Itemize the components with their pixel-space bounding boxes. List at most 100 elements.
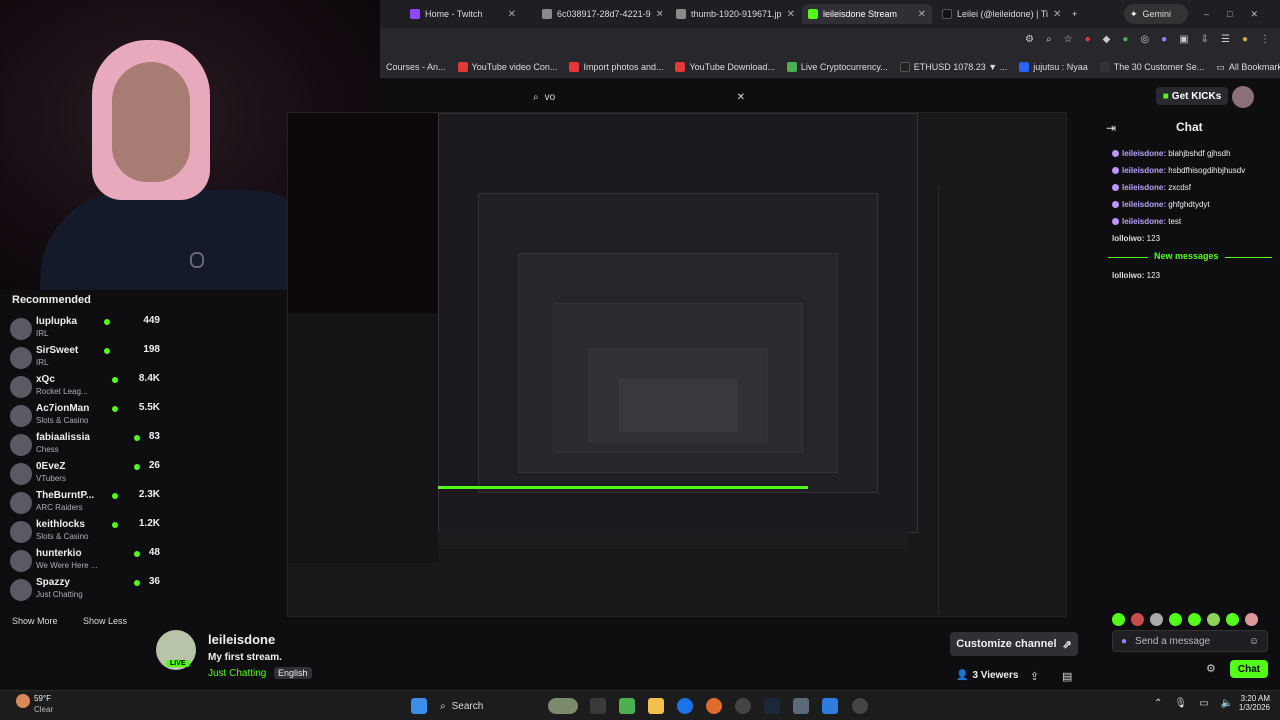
- windows-start-icon[interactable]: [411, 698, 427, 714]
- stream-info: LIVE leileisdone My first stream. Just C…: [150, 628, 550, 688]
- stream-video-player[interactable]: [287, 112, 1067, 617]
- bookmark-4[interactable]: Live Cryptocurrency...: [786, 62, 888, 72]
- xbox-icon[interactable]: [619, 698, 635, 714]
- emote-icon[interactable]: [1131, 613, 1144, 626]
- record-icon[interactable]: ●: [1085, 34, 1091, 50]
- sidebar-channel-0evez[interactable]: 0EveZ VTubers 26: [10, 459, 160, 488]
- close-icon[interactable]: ✕: [1053, 9, 1061, 20]
- chat-send-button[interactable]: Chat: [1230, 660, 1268, 678]
- chat-settings-icon[interactable]: ⚙: [1206, 662, 1216, 675]
- tab-3[interactable]: leileisdone Stream ✕: [802, 4, 932, 24]
- player-progress-bar[interactable]: [378, 486, 808, 489]
- all-bookmarks[interactable]: ▭All Bookmarks: [1216, 62, 1280, 73]
- emote-icon[interactable]: [1150, 613, 1163, 626]
- close-icon[interactable]: ✕: [787, 9, 795, 20]
- bookmark-3[interactable]: YouTube Download...: [675, 62, 775, 72]
- extension-icon[interactable]: ◎: [1140, 34, 1149, 50]
- star-icon[interactable]: ☆: [1064, 34, 1073, 50]
- bookmark-6[interactable]: jujutsu : Nyaa: [1019, 62, 1088, 72]
- download-icon[interactable]: ⇩: [1201, 34, 1209, 50]
- volume-icon[interactable]: 🔈: [1221, 698, 1233, 709]
- close-icon[interactable]: ✕: [656, 9, 662, 20]
- file-explorer-icon[interactable]: [648, 698, 664, 714]
- search-highlight-icon[interactable]: [548, 698, 578, 714]
- theater-mode-icon[interactable]: ▤: [1062, 670, 1072, 683]
- app-icon[interactable]: [822, 698, 838, 714]
- emote-icon[interactable]: [1245, 613, 1258, 626]
- sidebar-channel-ac7ionman[interactable]: Ac7ionMan Slots & Casino 5.5K: [10, 401, 160, 430]
- obs-icon[interactable]: [735, 698, 751, 714]
- bookmark-2[interactable]: Import photos and...: [569, 62, 663, 72]
- search-bar[interactable]: ⌕ vo ✕: [533, 86, 745, 108]
- emote-icon[interactable]: [1207, 613, 1220, 626]
- task-view-icon[interactable]: [590, 698, 606, 714]
- chat-message: leileisdone: ghfghdtydyt: [1112, 200, 1210, 209]
- emote-icon[interactable]: [1226, 613, 1239, 626]
- live-dot: [112, 377, 118, 383]
- emoji-icon[interactable]: ☺: [1249, 636, 1259, 647]
- chrome-icon[interactable]: [677, 698, 693, 714]
- channel-name[interactable]: leileisdone: [208, 632, 275, 647]
- viewer-count: 👤 3 Viewers: [956, 670, 1019, 681]
- gemini-button[interactable]: ✦ Gemini: [1124, 4, 1188, 24]
- tab-4[interactable]: Leilei (@leileidone) | Ti ✕: [936, 4, 1062, 24]
- wifi-icon[interactable]: ▭: [1199, 698, 1208, 709]
- taskbar-search[interactable]: ⌕ Search: [440, 697, 540, 715]
- close-icon[interactable]: ✕: [508, 9, 516, 20]
- live-dot: [134, 435, 140, 441]
- mic-icon[interactable]: 🎙: [1174, 698, 1187, 709]
- tab-2[interactable]: thumb-1920-919671.jp ✕: [670, 4, 796, 24]
- emote-icon[interactable]: [1112, 613, 1125, 626]
- get-kicks-button[interactable]: ■ Get KICKs: [1156, 87, 1228, 105]
- new-tab-button[interactable]: +: [1066, 4, 1086, 24]
- sidebar-channel-spazzy[interactable]: Spazzy Just Chatting 36: [10, 575, 160, 604]
- extension-icon[interactable]: ◆: [1103, 34, 1111, 50]
- sidebar-channel-hunterkio[interactable]: hunterkio We Were Here ... 48: [10, 546, 160, 575]
- chat-input[interactable]: ● Send a message ☺: [1112, 630, 1268, 652]
- clock[interactable]: 3:20 AM 1/3/2026: [1234, 694, 1270, 712]
- sidebar-channel-sirsweet[interactable]: SirSweet IRL 198: [10, 343, 160, 372]
- menu-icon[interactable]: ☰: [1221, 34, 1230, 50]
- sidebar-channel-keithlocks[interactable]: keithlocks Slots & Casino 1.2K: [10, 517, 160, 546]
- zoom-icon[interactable]: ⌕: [1046, 34, 1052, 50]
- chevron-up-icon[interactable]: ⌃: [1154, 698, 1162, 709]
- tab-1[interactable]: 6c038917-28d7-4221-9 ✕: [536, 4, 662, 24]
- emote-icon[interactable]: [1188, 613, 1201, 626]
- bookmark-5[interactable]: ETHUSD 1078.23 ▼ ...: [899, 62, 1007, 72]
- window-controls[interactable]: –□✕: [1198, 4, 1268, 24]
- sidebar-channel-theburntp[interactable]: TheBurntP... ARC Raiders 2.3K: [10, 488, 160, 517]
- bookmarks-bar: Courses - An... YouTube video Con... Imp…: [380, 56, 1280, 78]
- weather-temp[interactable]: 59°F: [34, 694, 51, 703]
- chat-message: leileisdone: blahjbshdf gjhsdh: [1112, 149, 1231, 158]
- steam-icon[interactable]: [764, 698, 780, 714]
- sidebar-channel-xqc[interactable]: xQc Rocket Leag... 8.4K: [10, 372, 160, 401]
- share-icon[interactable]: ⇪: [1030, 670, 1039, 683]
- show-less-link[interactable]: Show Less: [83, 616, 127, 626]
- extension-icon[interactable]: ●: [1161, 34, 1167, 50]
- extension-icon[interactable]: ⚙: [1025, 34, 1034, 50]
- stream-category[interactable]: Just Chatting: [208, 668, 266, 679]
- profile-avatar[interactable]: ●: [1242, 34, 1248, 50]
- emote-icon[interactable]: [1169, 613, 1182, 626]
- tab-0[interactable]: Home - Twitch ✕: [404, 4, 522, 24]
- file-icon: [542, 9, 552, 19]
- clear-search-icon[interactable]: ✕: [737, 92, 745, 103]
- blender-icon[interactable]: [706, 698, 722, 714]
- collapse-chat-icon[interactable]: ⇥: [1106, 121, 1116, 135]
- close-icon[interactable]: ✕: [918, 9, 926, 20]
- bookmark-1[interactable]: YouTube video Con...: [457, 62, 557, 72]
- search-input[interactable]: vo: [545, 92, 556, 103]
- settings-icon[interactable]: [793, 698, 809, 714]
- extension-icon[interactable]: ▣: [1179, 34, 1188, 50]
- language-tag[interactable]: English: [274, 667, 312, 679]
- bookmark-0[interactable]: Courses - An...: [386, 62, 446, 72]
- show-more-link[interactable]: Show More: [12, 616, 58, 626]
- customize-channel-button[interactable]: Customize channel ⇗: [950, 632, 1078, 656]
- bookmark-7[interactable]: The 30 Customer Se...: [1099, 62, 1204, 72]
- extension-icon[interactable]: ●: [1122, 34, 1128, 50]
- sidebar-channel-luplupka[interactable]: luplupka IRL 449: [10, 314, 160, 343]
- user-avatar[interactable]: [1232, 86, 1254, 108]
- more-icon[interactable]: ⋮: [1260, 34, 1270, 50]
- sidebar-channel-fabiaalissia[interactable]: fabiaalissia Chess 83: [10, 430, 160, 459]
- recorder-icon[interactable]: [852, 698, 868, 714]
